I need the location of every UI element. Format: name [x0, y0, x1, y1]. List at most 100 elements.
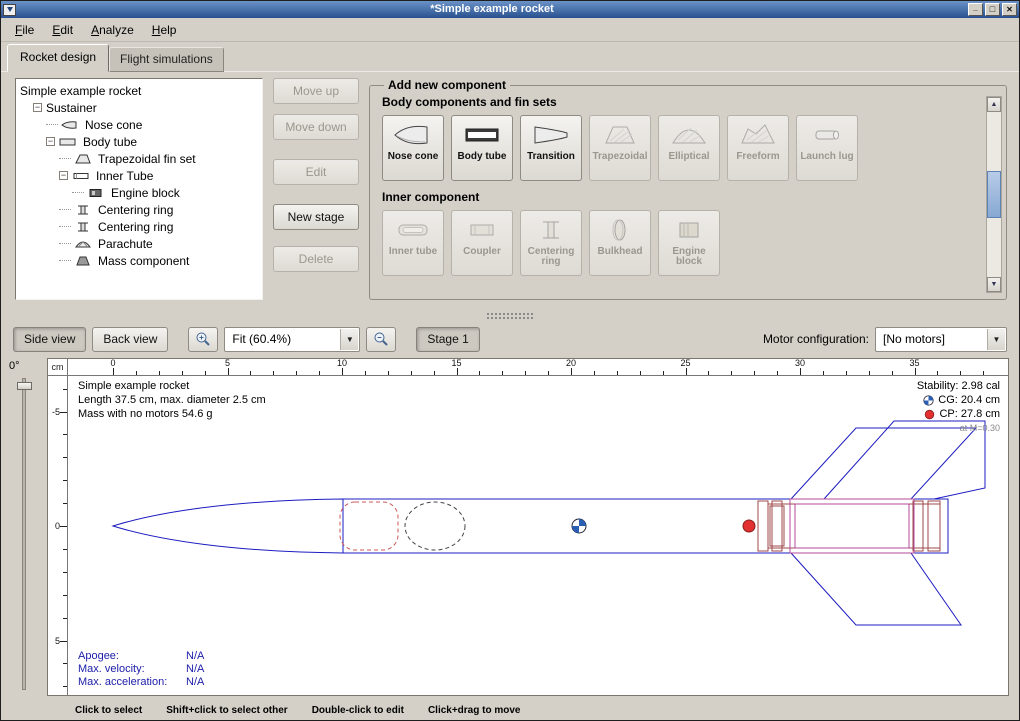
- menu-analyze[interactable]: Analyze: [83, 20, 142, 40]
- ruler-tick-label: 5: [225, 359, 230, 368]
- tree-item-centering-ring[interactable]: Centering ring: [16, 218, 262, 235]
- add-engine-block-button[interactable]: Engine block: [658, 210, 720, 276]
- tree-item-parachute[interactable]: Parachute: [16, 235, 262, 252]
- new-stage-button[interactable]: New stage: [273, 204, 359, 230]
- tree-expander-icon[interactable]: −: [33, 103, 42, 112]
- flight-stats: Apogee:N/AMax. velocity:N/AMax. accelera…: [78, 650, 204, 689]
- zoom-level-select[interactable]: Fit (60.4%) ▼: [224, 327, 360, 352]
- move-up-button[interactable]: Move up: [273, 78, 359, 104]
- chevron-down-icon: ▼: [987, 329, 1005, 350]
- add-nose-cone-button[interactable]: Nose cone: [382, 115, 444, 181]
- rocket-mass: Mass with no motors 54.6 g: [78, 407, 266, 421]
- tree-item-label: Nose cone: [85, 118, 142, 132]
- close-button[interactable]: [1002, 3, 1017, 16]
- component-button-label: Centering ring: [521, 247, 581, 267]
- tab-flight-simulations[interactable]: Flight simulations: [109, 47, 224, 72]
- ruler-tick: [915, 368, 916, 375]
- rotation-slider-thumb[interactable]: [17, 382, 32, 390]
- status-hint: Double-click to edit: [312, 705, 404, 716]
- fin-tab-outline: [790, 499, 914, 553]
- component-button-label: Coupler: [463, 247, 501, 257]
- ruler-tick: [342, 368, 343, 375]
- menu-help[interactable]: Help: [144, 20, 185, 40]
- ruler-tick-label: 30: [795, 359, 805, 368]
- add-inner-tube-button[interactable]: Inner tube: [382, 210, 444, 276]
- minimize-button[interactable]: [968, 3, 983, 16]
- zoom-in-button[interactable]: [188, 327, 218, 352]
- centering-ring-outline: [772, 501, 782, 551]
- component-button-label: Bulkhead: [597, 247, 642, 257]
- scroll-thumb[interactable]: [987, 171, 1001, 218]
- rocket-canvas[interactable]: Simple example rocket Length 37.5 cm, ma…: [68, 376, 1008, 695]
- add-component-fieldset: Add new component Body components and fi…: [369, 78, 1007, 300]
- flight-stat-label: Max. acceleration:: [78, 676, 186, 689]
- rotation-control: 0°: [1, 358, 47, 696]
- body-tube-outline: [343, 499, 948, 553]
- ruler-tick: [205, 371, 206, 375]
- centering-ring-icon: [531, 214, 571, 246]
- scroll-up-icon[interactable]: ▲: [987, 97, 1001, 112]
- zoom-out-button[interactable]: [366, 327, 396, 352]
- stage-1-toggle[interactable]: Stage 1: [416, 327, 479, 352]
- ruler-tick: [617, 371, 618, 375]
- add-body-tube-button[interactable]: Body tube: [451, 115, 513, 181]
- tree-expander-icon[interactable]: −: [59, 171, 68, 180]
- cp-symbol: [743, 520, 755, 532]
- add-launch-lug-button[interactable]: Launch lug: [796, 115, 858, 181]
- ruler-tick: [60, 526, 67, 527]
- tree-item-label: Inner Tube: [96, 169, 153, 183]
- menu-file[interactable]: File: [7, 20, 42, 40]
- ruler-tick: [60, 412, 67, 413]
- launch-lug-icon: [807, 119, 847, 151]
- tail-ring-outline: [928, 501, 940, 551]
- status-hint: Click to select: [75, 705, 142, 716]
- tree-item-label: Centering ring: [98, 203, 173, 217]
- rocket-dimensions: Length 37.5 cm, max. diameter 2.5 cm: [78, 393, 266, 407]
- component-scrollbar[interactable]: ▲ ▼: [986, 96, 1002, 293]
- ruler-tick: [250, 371, 251, 375]
- maximize-button[interactable]: [985, 3, 1000, 16]
- motor-configuration-select[interactable]: [No motors] ▼: [875, 327, 1007, 352]
- tree-item-trapezoidal-fin-set[interactable]: Trapezoidal fin set: [16, 150, 262, 167]
- flight-stat-value: N/A: [186, 650, 204, 663]
- mach-text: at M=0.30: [917, 421, 1000, 435]
- add-bulkhead-button[interactable]: Bulkhead: [589, 210, 651, 276]
- tree-connector-line: [46, 124, 58, 125]
- action-buttons: Move up Move down Edit New stage Delete: [273, 78, 359, 300]
- add-centering-ring-button[interactable]: Centering ring: [520, 210, 582, 276]
- tree-item-body-tube[interactable]: −Body tube: [16, 133, 262, 150]
- edit-button[interactable]: Edit: [273, 159, 359, 185]
- back-view-button[interactable]: Back view: [92, 327, 168, 352]
- add-freeform-button[interactable]: Freeform: [727, 115, 789, 181]
- tree-item-simple-example-rocket[interactable]: Simple example rocket: [16, 82, 262, 99]
- add-elliptical-button[interactable]: Elliptical: [658, 115, 720, 181]
- delete-button[interactable]: Delete: [273, 246, 359, 272]
- panel-splitter[interactable]: [1, 310, 1019, 322]
- tree-expander-icon[interactable]: −: [46, 137, 55, 146]
- tree-item-nose-cone[interactable]: Nose cone: [16, 116, 262, 133]
- ruler-tick: [823, 371, 824, 375]
- ruler-tick: [63, 686, 67, 687]
- tree-item-inner-tube[interactable]: − Inner Tube: [16, 167, 262, 184]
- side-view-button[interactable]: Side view: [13, 327, 86, 352]
- engine-block-icon: [669, 214, 709, 246]
- mass-component-outline: [405, 502, 465, 550]
- component-tree[interactable]: Simple example rocket−Sustainer Nose cone…: [15, 78, 263, 300]
- add-transition-button[interactable]: Transition: [520, 115, 582, 181]
- rotation-slider[interactable]: [22, 378, 26, 690]
- tab-rocket-design[interactable]: Rocket design: [7, 44, 109, 72]
- tree-item-sustainer[interactable]: −Sustainer: [16, 99, 262, 116]
- tree-item-mass-component[interactable]: Mass component: [16, 252, 262, 269]
- ruler-tick: [60, 641, 67, 642]
- move-down-button[interactable]: Move down: [273, 114, 359, 140]
- tree-item-centering-ring[interactable]: Centering ring: [16, 201, 262, 218]
- window-menu-icon[interactable]: [3, 4, 16, 16]
- inner-tube-icon: [72, 170, 92, 181]
- component-button-label: Trapezoidal: [592, 152, 647, 162]
- menu-edit[interactable]: Edit: [44, 20, 81, 40]
- tree-item-engine-block[interactable]: Engine block: [16, 184, 262, 201]
- add-trapezoidal-button[interactable]: Trapezoidal: [589, 115, 651, 181]
- rotation-label: 0°: [1, 358, 47, 374]
- add-coupler-button[interactable]: Coupler: [451, 210, 513, 276]
- scroll-down-icon[interactable]: ▼: [987, 277, 1001, 292]
